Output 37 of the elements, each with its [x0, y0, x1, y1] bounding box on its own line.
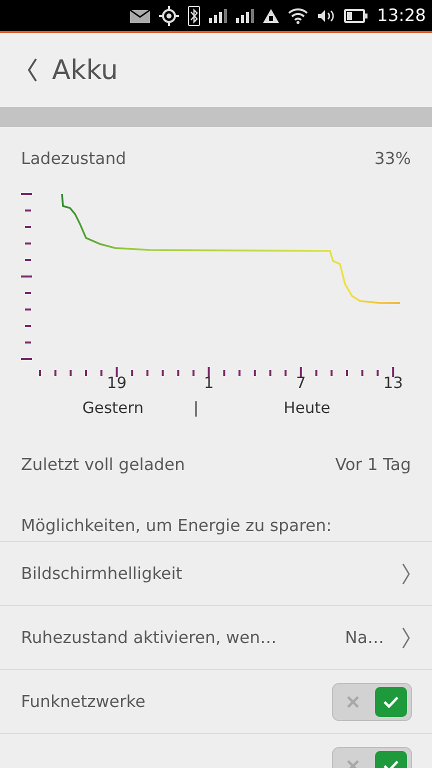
cross-icon: [347, 696, 359, 708]
signal-icon: [236, 8, 254, 22]
last-charged-label: Zuletzt voll geladen: [21, 454, 186, 474]
axis-label: 7: [296, 374, 306, 392]
signal-icon: [209, 8, 227, 22]
charge-label: Ladezustand: [21, 148, 126, 168]
day-separator: |: [193, 399, 199, 417]
chevron-icon[interactable]: [402, 626, 410, 648]
chevron-icon[interactable]: [402, 562, 410, 584]
settings-row[interactable]: Bildschirmhelligkeit: [0, 541, 432, 605]
speaker-icon: [317, 8, 335, 22]
axis-label: 19: [106, 374, 127, 392]
check-icon: [383, 760, 399, 768]
last-charged-value: Vor 1 Tag: [335, 454, 411, 474]
toggle-switch[interactable]: [332, 682, 412, 720]
day-label: Heute: [284, 399, 330, 417]
axis-label: 1: [204, 374, 214, 392]
day-label: Gestern: [82, 399, 144, 417]
setting-label: Ruhezustand aktivieren, wen…: [21, 628, 278, 647]
bluetooth-icon: [188, 6, 200, 26]
location-icon: [159, 6, 179, 26]
axis-label: 13: [383, 374, 403, 392]
mail-icon: [130, 8, 150, 22]
battery-icon: [344, 8, 368, 22]
status-time: 13:28: [377, 6, 426, 26]
roaming-icon: [263, 8, 279, 22]
setting-value: Na…: [345, 628, 384, 647]
back-icon[interactable]: [26, 58, 38, 82]
charge-value: 33%: [374, 148, 411, 168]
setting-label: Bildschirmhelligkeit: [21, 564, 184, 583]
check-icon: [383, 696, 399, 708]
settings-row[interactable]: Ruhezustand aktivieren, wen… Na…: [0, 605, 432, 669]
setting-label: Funknetzwerke: [21, 692, 146, 711]
page-title: Akku: [52, 54, 118, 86]
section-title: Möglichkeiten, um Energie zu sparen:: [20, 514, 333, 536]
cross-icon: [347, 760, 359, 768]
wifi-icon: [288, 8, 308, 24]
